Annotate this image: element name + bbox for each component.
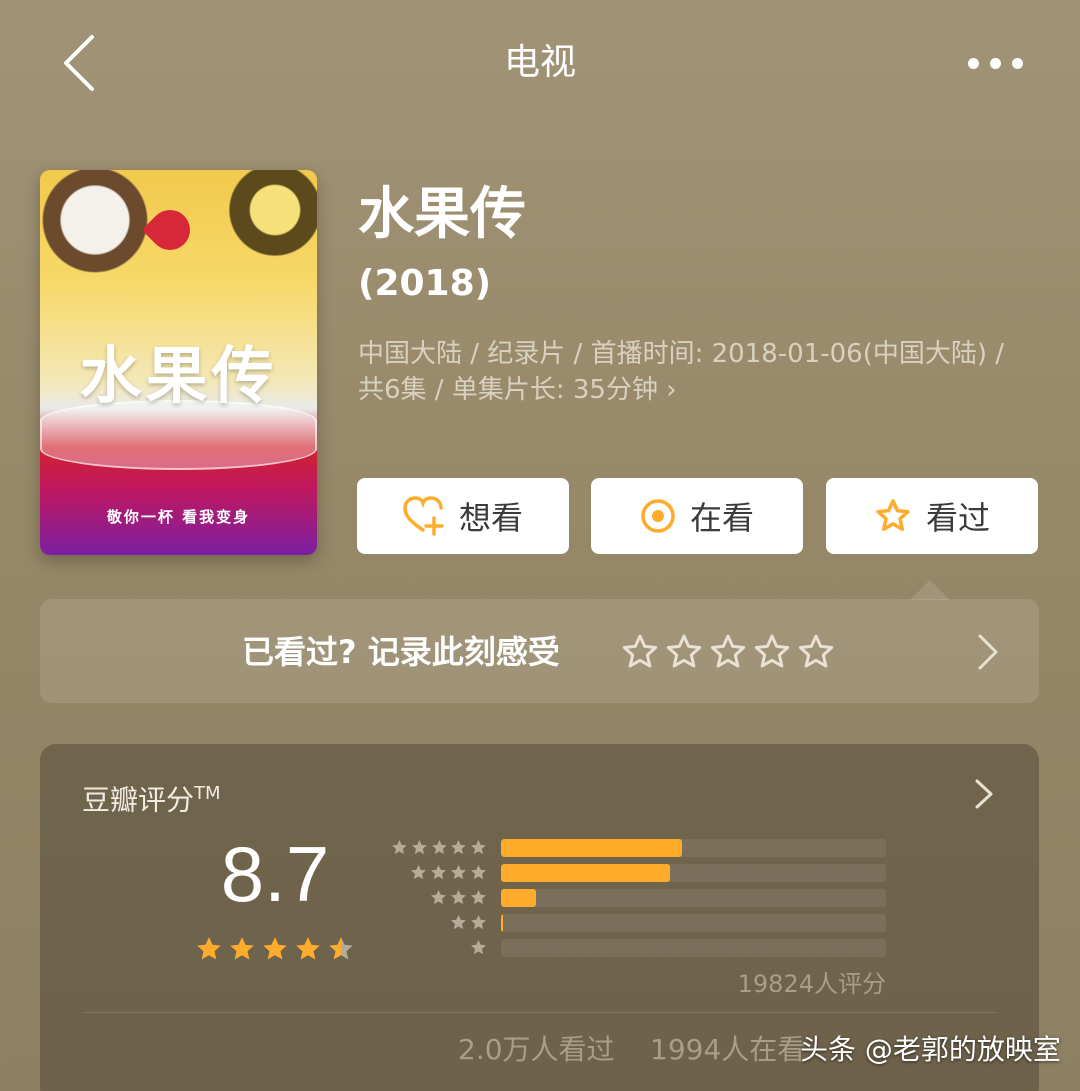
star-icon	[329, 937, 353, 960]
star-icon	[431, 840, 447, 855]
target-icon	[641, 499, 675, 533]
star-outline-icon	[754, 634, 790, 668]
star-outline-icon	[622, 634, 658, 668]
distribution-track	[501, 889, 886, 907]
star-icon	[451, 864, 466, 880]
watching-label: 在看	[689, 499, 754, 537]
trademark-mark: TM	[194, 783, 221, 804]
watermark: 头条 @老郭的放映室	[800, 1033, 1061, 1066]
rating-distribution-row	[390, 888, 890, 910]
want-to-watch-button[interactable]: 想看	[357, 478, 569, 554]
rating-distribution-row	[390, 913, 890, 935]
more-dot-icon	[1011, 57, 1023, 69]
score-stars	[194, 934, 356, 970]
distribution-track	[501, 939, 886, 957]
star-icon	[471, 889, 486, 905]
star-icon	[451, 914, 466, 930]
star-icon	[431, 864, 446, 880]
star-icon	[197, 937, 221, 960]
star-outline-icon	[710, 634, 746, 668]
rating-distribution-row	[390, 838, 890, 860]
distribution-track	[501, 839, 886, 857]
chevron-right-icon	[975, 779, 993, 809]
row-stars	[390, 913, 488, 932]
row-stars	[390, 838, 488, 857]
rating-distribution-row	[390, 938, 890, 960]
distribution-bar	[501, 864, 671, 882]
douban-rating-title-text: 豆瓣评分	[82, 783, 195, 817]
star-outline-icon	[876, 499, 910, 532]
rating-count: 19824人评分	[737, 970, 886, 998]
rate-stars[interactable]	[620, 630, 836, 674]
row-stars	[390, 863, 488, 882]
want-to-watch-label: 想看	[458, 499, 523, 537]
rate-caret	[910, 580, 950, 600]
row-stars	[390, 938, 488, 957]
star-icon	[431, 889, 446, 905]
watched-button[interactable]: 看过	[826, 478, 1038, 554]
watching-button[interactable]: 在看	[591, 478, 803, 554]
watching-count: 1994人在看	[650, 1033, 806, 1066]
star-outline-icon	[798, 634, 834, 668]
more-dot-icon	[989, 57, 1001, 69]
star-icon	[296, 937, 320, 960]
distribution-track	[501, 864, 886, 882]
show-year: (2018)	[358, 263, 492, 304]
divider	[82, 1012, 997, 1013]
star-icon	[263, 937, 287, 960]
coconut-graphic	[40, 170, 160, 280]
more-dot-icon	[967, 57, 979, 69]
star-icon	[411, 840, 427, 855]
distribution-track	[501, 914, 886, 932]
show-meta[interactable]: 中国大陆 / 纪录片 / 首播时间: 2018-01-06(中国大陆) / 共6…	[358, 336, 1028, 408]
douban-score: 8.7	[220, 830, 330, 918]
watched-label: 看过	[925, 499, 990, 537]
heart-plus-icon	[403, 496, 444, 536]
star-icon	[471, 840, 486, 855]
poster-logo: 水果传	[79, 339, 278, 412]
star-icon	[411, 864, 426, 880]
chevron-left-icon	[64, 35, 94, 91]
star-icon	[471, 914, 486, 930]
distribution-bar	[501, 914, 503, 932]
star-icon	[392, 840, 407, 855]
star-icon	[451, 840, 467, 855]
back-button[interactable]	[40, 28, 120, 98]
chevron-right-icon	[978, 634, 998, 670]
rate-prompt-text: 已看过? 记录此刻感受	[242, 633, 560, 671]
douban-rating-title: 豆瓣评分TM	[82, 774, 221, 820]
kiwi-graphic	[215, 170, 317, 265]
distribution-bar	[501, 839, 682, 857]
poster-slogan: 敬你一杯 看我变身	[106, 508, 251, 526]
rate-prompt-chevron[interactable]	[970, 630, 1006, 674]
star-icon	[471, 939, 486, 955]
star-icon	[230, 937, 254, 960]
star-icon	[471, 864, 486, 880]
star-icon	[451, 889, 466, 905]
rating-distribution-row	[390, 863, 890, 885]
row-stars	[390, 888, 488, 907]
more-button[interactable]	[950, 35, 1040, 91]
show-title: 水果传	[358, 182, 526, 247]
star-outline-icon	[666, 634, 702, 668]
douban-rating-chevron[interactable]	[966, 774, 1002, 814]
watched-count: 2.0万人看过	[458, 1033, 615, 1066]
page-title: 电视	[503, 42, 576, 83]
distribution-bar	[501, 889, 536, 907]
